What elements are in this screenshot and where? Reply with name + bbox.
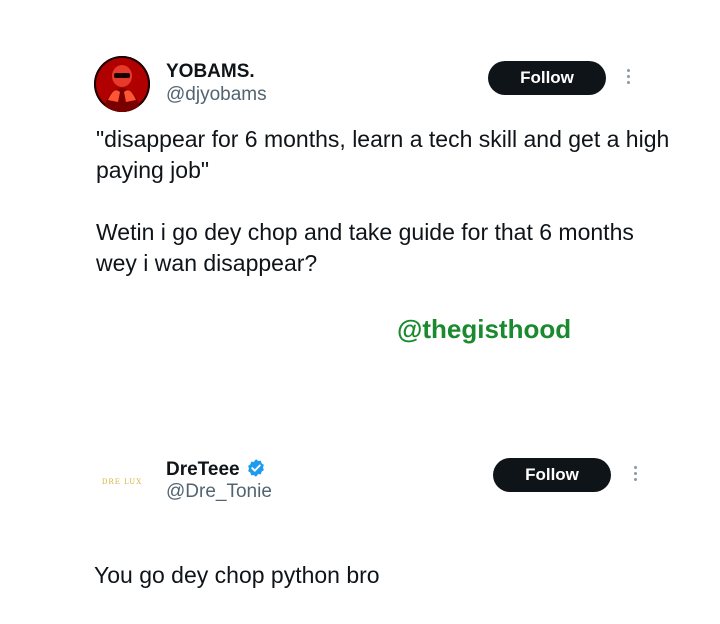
user-handle[interactable]: @djyobams	[166, 84, 267, 106]
more-options-icon[interactable]	[632, 466, 638, 481]
follow-button[interactable]: Follow	[493, 458, 611, 492]
follow-button[interactable]: Follow	[488, 61, 606, 95]
tweet-text: "disappear for 6 months, learn a tech sk…	[96, 126, 670, 276]
more-options-icon[interactable]	[625, 69, 631, 84]
tweet-text: You go dey chop python bro	[94, 562, 380, 588]
user-handle[interactable]: @Dre_Tonie	[166, 481, 272, 503]
watermark: @thegisthood	[397, 314, 572, 344]
display-name-row: DreTeee	[166, 458, 266, 481]
avatar-dreteee[interactable]: DRE LUX	[94, 456, 150, 512]
display-name[interactable]: YOBAMS.	[166, 61, 255, 83]
display-name[interactable]: DreTeee	[166, 459, 240, 480]
avatar-yobams[interactable]	[94, 56, 150, 112]
verified-badge-icon	[247, 459, 264, 477]
avatar-logo-text: DRE LUX	[101, 478, 143, 486]
